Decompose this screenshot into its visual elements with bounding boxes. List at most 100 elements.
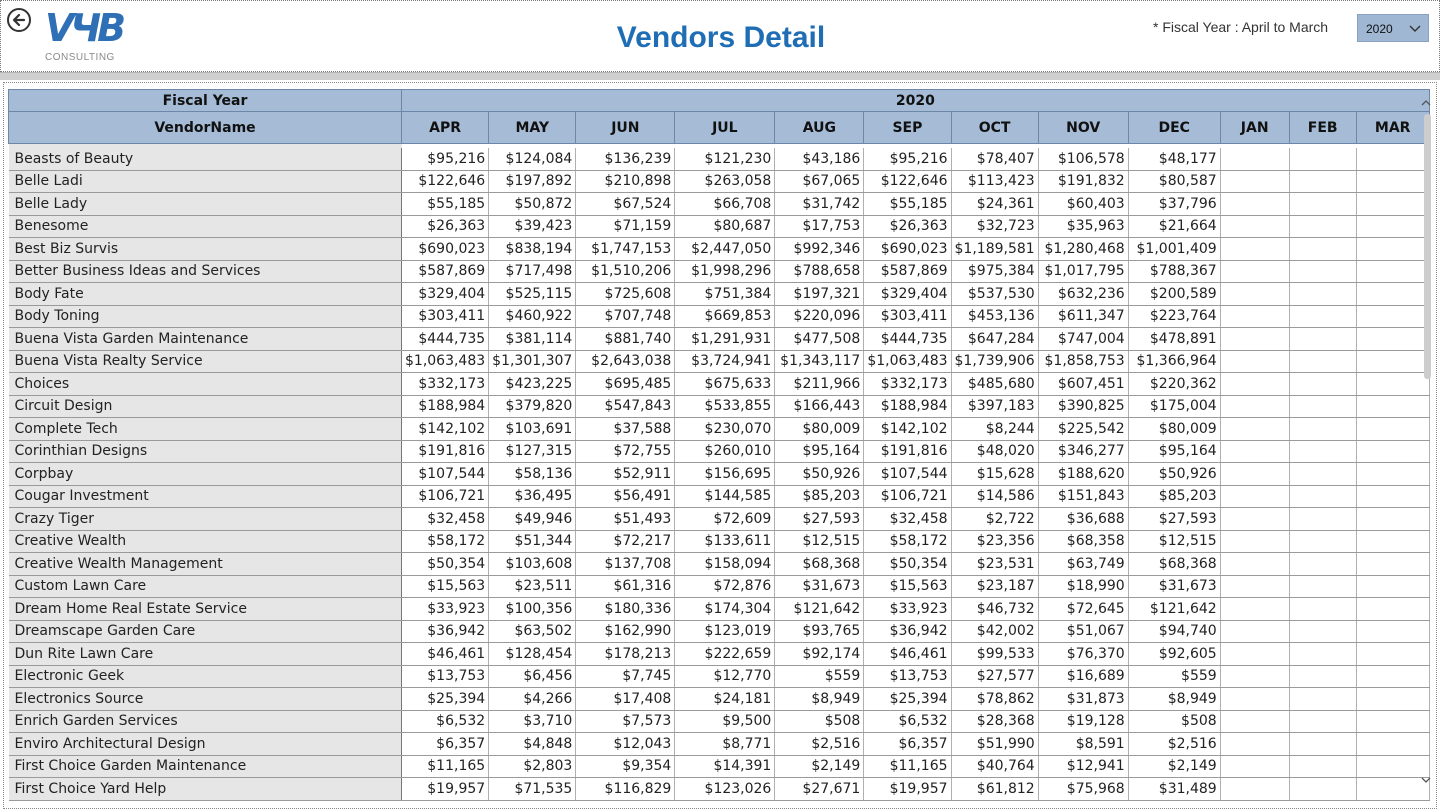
amount-cell [1220,575,1290,598]
amount-cell: $1,063,483 [401,350,490,373]
month-header-feb[interactable]: FEB [1288,111,1357,144]
amount-cell: $191,832 [1038,170,1129,193]
table-row: Electronic Geek $13,753 $6,456 $7,745 $12,77… [8,665,1430,688]
amount-cell: $95,164 [1128,440,1221,463]
amount-cell: $121,230 [674,147,776,171]
amount-cell [1289,440,1357,463]
month-header-mar[interactable]: MAR [1355,111,1430,144]
vendor-name-cell: Belle Ladi [8,170,402,193]
month-header-jan[interactable]: JAN [1219,111,1290,144]
amount-cell: $303,411 [863,305,952,328]
amount-cell [1220,665,1290,688]
amount-cell: $1,063,483 [863,350,952,373]
month-header-apr[interactable]: APR [400,111,490,144]
amount-cell: $223,764 [1128,305,1221,328]
amount-cell [1220,642,1290,666]
amount-cell [1289,237,1357,261]
month-header-dec[interactable]: DEC [1127,111,1221,144]
amount-cell: $1,343,117 [774,350,865,373]
month-header-aug[interactable]: AUG [774,111,865,144]
amount-cell: $21,664 [1128,215,1221,238]
amount-cell: $747,004 [1038,327,1129,351]
amount-cell: $751,384 [674,282,776,306]
scroll-up-button[interactable] [1419,95,1433,109]
amount-cell: $66,708 [674,192,776,216]
amount-cell: $36,942 [863,620,952,643]
table-row: Dream Home Real Estate Service $33,923 $10… [8,597,1430,621]
month-header-jun[interactable]: JUN [575,111,676,144]
amount-cell: $23,187 [951,575,1039,598]
amount-cell: $211,966 [774,372,865,396]
amount-cell: $632,236 [1038,282,1129,306]
table-row: Crazy Tiger $32,458 $49,946 $51,493 $72,609 $… [8,507,1430,531]
amount-cell: $8,949 [1128,687,1221,711]
month-header-oct[interactable]: OCT [950,111,1039,144]
amount-cell [1356,237,1430,261]
scroll-down-button[interactable] [1419,772,1433,786]
table-row: Electronics Source $25,394 $4,266 $17,408 $2… [8,687,1430,711]
amount-cell: $13,753 [863,665,952,688]
amount-cell: $975,384 [951,260,1039,283]
amount-cell: $128,454 [488,642,577,666]
amount-cell: $220,096 [774,305,865,328]
amount-cell: $48,020 [951,440,1039,463]
amount-cell: $12,515 [1128,530,1221,553]
vendor-name-cell: Creative Wealth Management [8,552,402,576]
amount-cell: $50,872 [488,192,577,216]
vendor-name-cell: Choices [8,372,402,396]
amount-cell: $72,645 [1038,597,1129,621]
amount-cell: $61,316 [575,575,676,598]
amount-cell [1356,597,1430,621]
vendor-name-cell: Circuit Design [8,395,402,418]
month-header-jul[interactable]: JUL [674,111,776,144]
amount-cell: $17,408 [575,687,676,711]
amount-cell: $210,898 [575,170,676,193]
amount-cell: $423,225 [488,372,577,396]
amount-cell [1220,260,1290,283]
amount-cell: $107,544 [401,462,490,486]
amount-cell: $68,368 [1128,552,1221,576]
amount-cell [1289,372,1357,396]
amount-cell: $1,998,296 [674,260,776,283]
amount-cell: $26,363 [401,215,490,238]
amount-cell: $12,043 [575,732,676,756]
table-row: Body Toning $303,411 $460,922 $707,748 $669,… [8,305,1430,328]
amount-cell: $1,280,468 [1038,237,1129,261]
amount-cell [1289,260,1357,283]
amount-cell [1356,530,1430,553]
fiscal-year-dropdown[interactable]: 2020 [1357,14,1429,42]
amount-cell: $106,721 [401,485,490,508]
amount-cell: $72,876 [674,575,776,598]
amount-cell: $50,926 [1128,462,1221,486]
amount-cell: $63,749 [1038,552,1129,576]
amount-cell [1356,215,1430,238]
amount-cell: $508 [774,710,865,733]
amount-cell: $122,646 [863,170,952,193]
chevron-down-icon [1409,25,1421,32]
amount-cell: $27,671 [774,777,865,801]
month-header-nov[interactable]: NOV [1037,111,1129,144]
amount-cell: $51,067 [1038,620,1129,643]
amount-cell: $127,315 [488,440,577,463]
amount-cell [1356,192,1430,216]
table-row: Creative Wealth Management $50,354 $103,60… [8,552,1430,576]
amount-cell: $122,646 [401,170,490,193]
amount-cell: $55,185 [401,192,490,216]
month-header-sep[interactable]: SEP [863,111,952,144]
amount-cell [1356,575,1430,598]
month-header-may[interactable]: MAY [488,111,577,144]
amount-cell: $4,266 [488,687,577,711]
amount-cell: $9,500 [674,710,776,733]
amount-cell: $3,724,941 [674,350,776,373]
amount-cell: $1,366,964 [1128,350,1221,373]
amount-cell: $13,753 [401,665,490,688]
amount-cell: $2,149 [1128,755,1221,778]
amount-cell [1356,440,1430,463]
amount-cell [1220,620,1290,643]
amount-cell [1289,147,1357,171]
vendor-name-header[interactable]: VendorName [8,111,402,144]
vertical-scrollbar-thumb[interactable] [1424,114,1431,379]
amount-cell: $8,949 [774,687,865,711]
amount-cell: $477,508 [774,327,865,351]
amount-cell [1289,417,1357,441]
